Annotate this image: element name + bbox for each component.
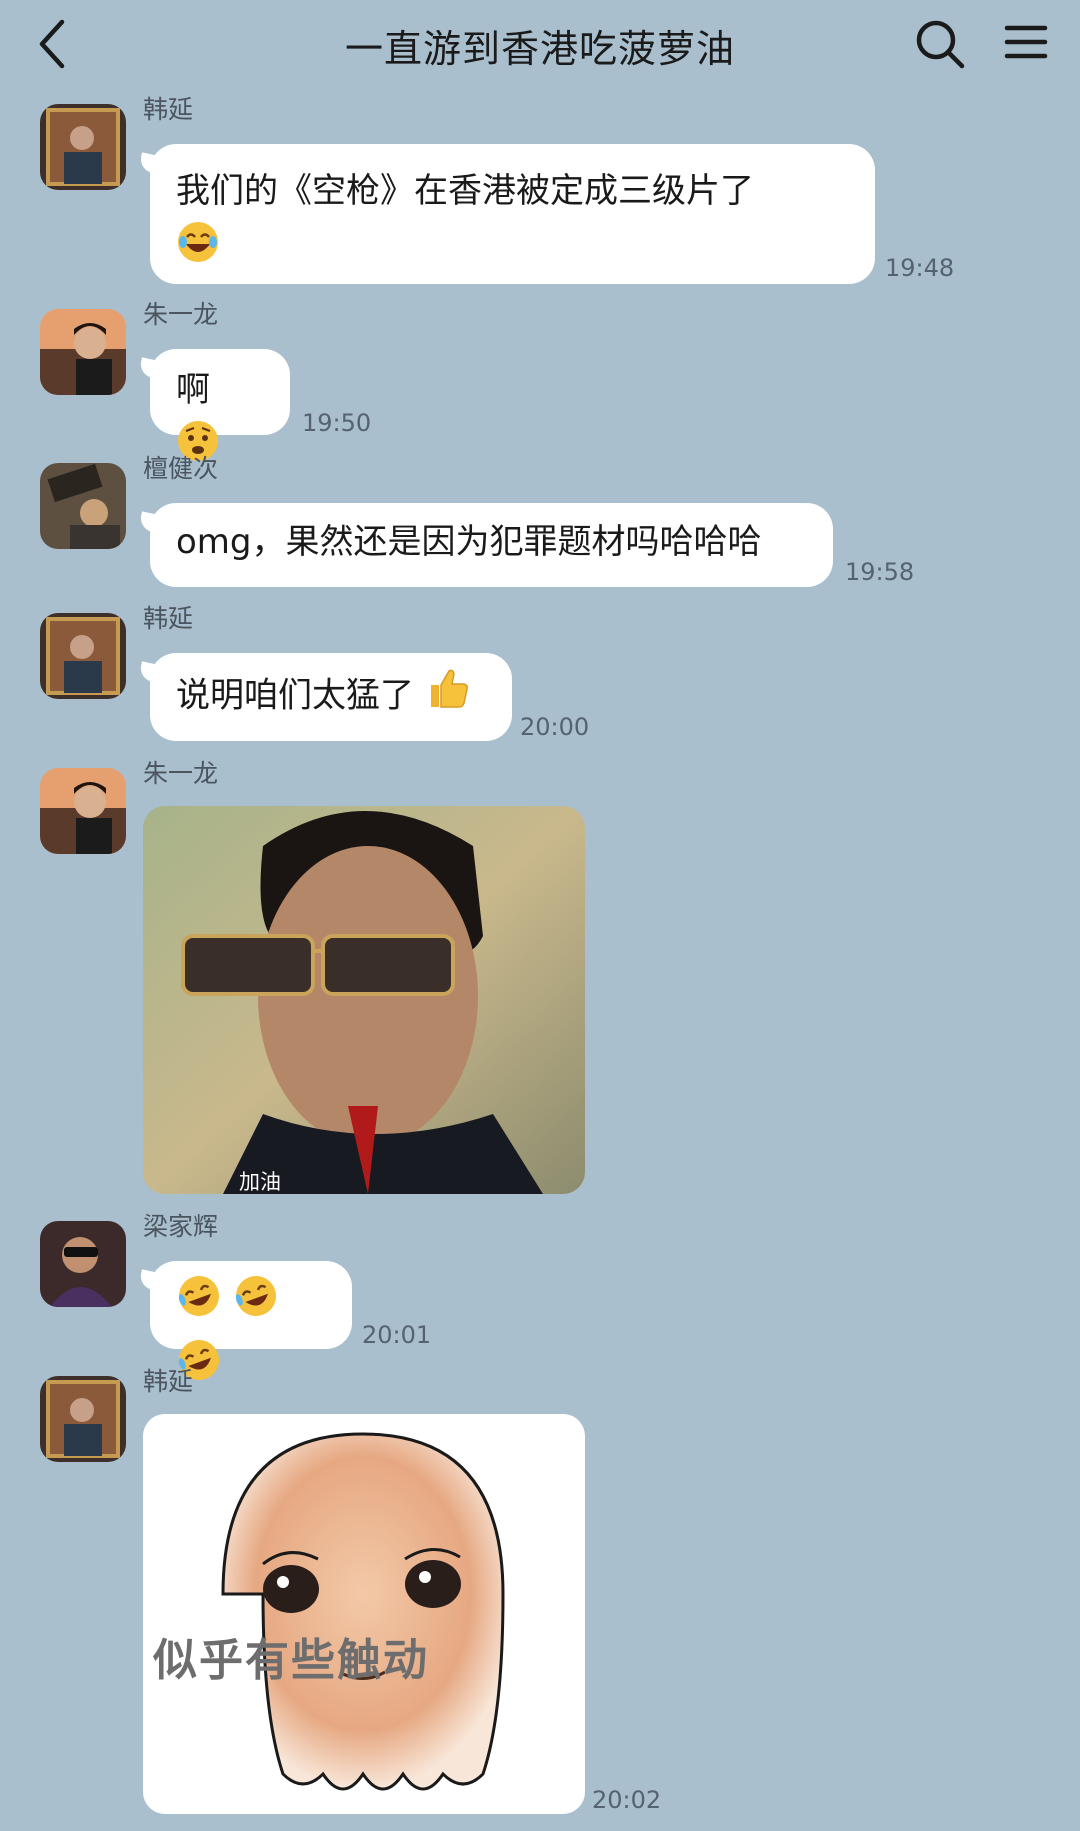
message-text: 啊 [176, 370, 210, 410]
avatar[interactable] [40, 104, 126, 190]
sender-name: 朱一龙 [143, 759, 219, 788]
avatar[interactable] [40, 463, 126, 549]
message-bubble[interactable] [150, 1261, 352, 1380]
sticker-image[interactable]: 加油 [143, 806, 585, 1194]
menu-icon [1004, 25, 1048, 59]
message-bubble[interactable]: 我们的《空枪》在香港被定成三级片了 [150, 144, 875, 284]
sender-name: 朱一龙 [143, 300, 219, 329]
message-text: omg，果然还是因为犯罪题材吗哈哈哈 [176, 522, 762, 562]
search-icon [916, 20, 965, 69]
rolling-on-floor-laughing-icon [176, 1273, 222, 1337]
avatar[interactable] [40, 613, 126, 699]
message-bubble[interactable]: omg，果然还是因为犯罪题材吗哈哈哈 [150, 503, 833, 587]
menu-button[interactable] [1004, 20, 1048, 64]
sticker-caption: 加油 [239, 1170, 281, 1194]
message-time: 19:50 [302, 409, 372, 437]
message-time: 19:58 [845, 558, 915, 586]
top-bar: 一直游到香港吃菠萝油 [0, 0, 1080, 88]
sender-name: 梁家辉 [143, 1212, 219, 1241]
message-text: 我们的《空枪》在香港被定成三级片了 [176, 171, 754, 211]
sender-name: 檀健次 [143, 454, 219, 483]
sticker-caption: 似乎有些触动 [153, 1635, 429, 1686]
thumbs-up-icon [425, 665, 471, 729]
sender-name: 韩延 [143, 95, 194, 124]
message-time: 19:48 [885, 254, 955, 282]
sender-name: 韩延 [143, 1367, 194, 1396]
message-text: 说明咱们太猛了 [176, 675, 414, 716]
search-button[interactable] [914, 18, 966, 70]
avatar[interactable] [40, 309, 126, 395]
message-bubble[interactable]: 说明咱们太猛了 [150, 653, 512, 741]
avatar[interactable] [40, 1376, 126, 1462]
message-time: 20:01 [362, 1321, 432, 1349]
message-time: 20:02 [592, 1786, 662, 1814]
tears-of-joy-icon [176, 220, 220, 282]
message-bubble[interactable]: 啊 [150, 349, 290, 461]
sender-name: 韩延 [143, 604, 194, 633]
sticker-image[interactable]: 似乎有些触动 [143, 1414, 585, 1814]
avatar[interactable] [40, 1221, 126, 1307]
avatar[interactable] [40, 768, 126, 854]
rolling-on-floor-laughing-icon [233, 1273, 279, 1337]
message-time: 20:00 [520, 713, 590, 741]
